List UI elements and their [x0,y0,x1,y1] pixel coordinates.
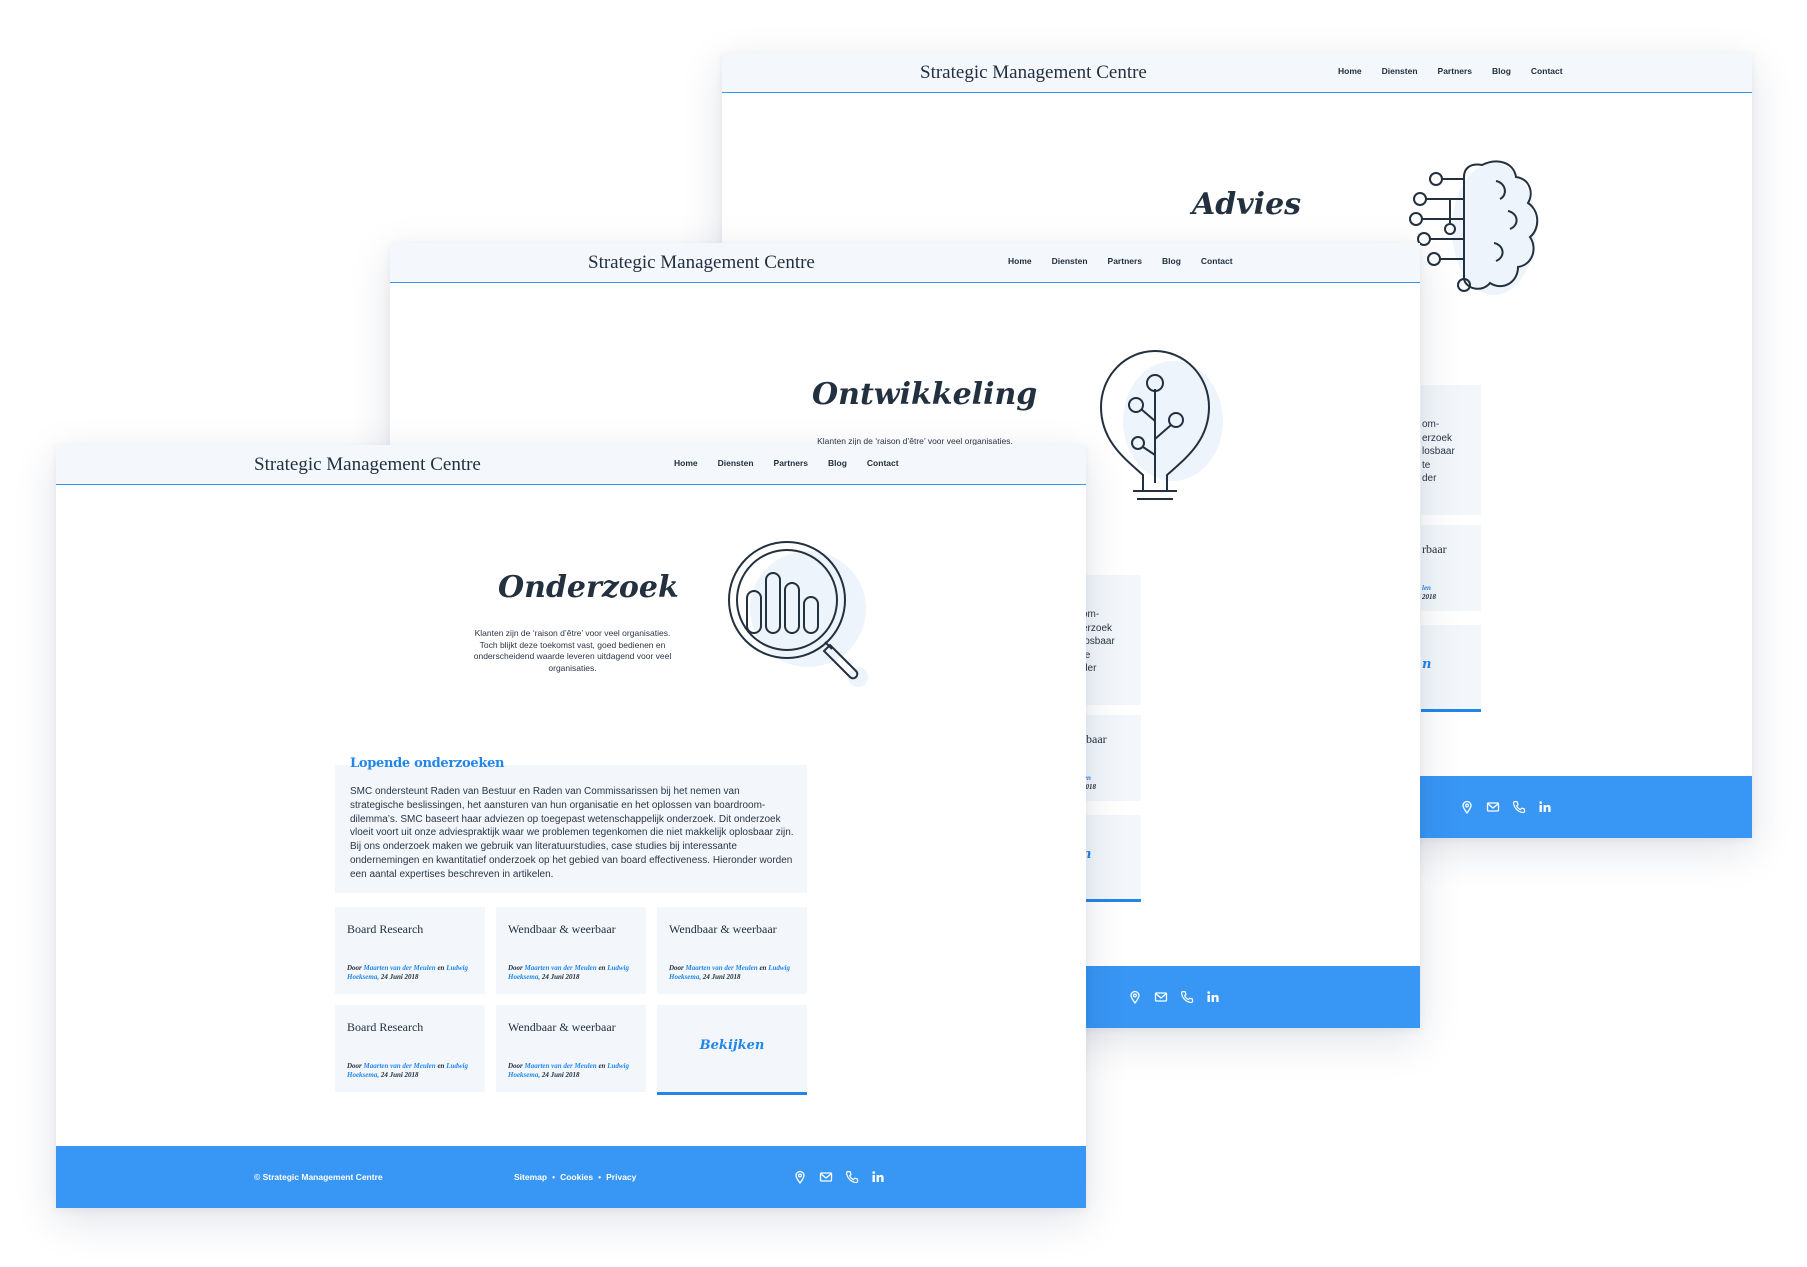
phone-icon[interactable] [1512,800,1526,814]
card-title-partial: rbaar [1422,542,1447,556]
social-icons [1460,800,1552,814]
location-icon[interactable] [793,1170,807,1184]
footer-link-privacy[interactable]: Privacy [606,1172,636,1182]
site-logo[interactable]: Strategic Management Centre [920,62,1147,84]
section-title: Lopende onderzoeken [350,756,505,771]
lightbulb-tree-icon [1099,350,1223,500]
nav-contact[interactable]: Contact [1201,256,1233,266]
nav-diensten[interactable]: Diensten [718,458,754,468]
linkedin-icon[interactable] [871,1170,885,1184]
nav-diensten[interactable]: Diensten [1052,256,1088,266]
nav-partners[interactable]: Partners [1438,66,1473,76]
main-nav: Home Diensten Partners Blog Contact [1338,66,1563,76]
nav-home[interactable]: Home [674,458,698,468]
article-card[interactable]: Wendbaar & weerbaar Door Maarten van der… [496,907,646,994]
footer-link-cookies[interactable]: Cookies [560,1172,593,1182]
mail-icon[interactable] [819,1170,833,1184]
phone-icon[interactable] [845,1170,859,1184]
footer-links: Sitemap • Cookies • Privacy [514,1172,636,1182]
phone-icon[interactable] [1180,990,1194,1004]
footer-separator: • [552,1172,556,1182]
view-all-label: Bekijken [699,1038,765,1053]
author-link[interactable]: Maarten van der Meulen [525,1062,597,1070]
site-header: Strategic Management Centre Home Dienste… [390,243,1420,283]
page-intro: Klanten zijn de ‘raison d’être’ voor vee… [473,628,672,673]
mail-icon[interactable] [1486,800,1500,814]
nav-partners[interactable]: Partners [774,458,809,468]
card-meta: Door Maarten van der Meulen en Ludwig Ho… [347,1062,468,1079]
page-onderzoek-window: Strategic Management Centre Home Dienste… [56,445,1086,1208]
view-all-button[interactable]: Bekijken [657,1005,807,1095]
card-meta: Door Maarten van der Meulen en Ludwig Ho… [508,1062,629,1079]
card-title: Wendbaar & weerbaar [669,922,777,936]
site-header: Strategic Management Centre Home Dienste… [56,445,1086,485]
page-title: Onderzoek [498,570,679,605]
nav-partners[interactable]: Partners [1108,256,1143,266]
linkedin-icon[interactable] [1538,800,1552,814]
nav-contact[interactable]: Contact [1531,66,1563,76]
nav-blog[interactable]: Blog [1492,66,1511,76]
site-header: Strategic Management Centre Home Dienste… [722,53,1752,93]
card-title: Board Research [347,922,424,936]
mail-icon[interactable] [1154,990,1168,1004]
footer-link-sitemap[interactable]: Sitemap [514,1172,547,1182]
page-title: Ontwikkeling [812,377,1038,412]
location-icon[interactable] [1128,990,1142,1004]
card-meta: Door Maarten van der Meulen en Ludwig Ho… [508,964,629,981]
card-meta: Door Maarten van der Meulen en Ludwig Ho… [347,964,468,981]
social-icons [793,1170,885,1184]
card-title: Board Research [347,1020,424,1034]
nav-blog[interactable]: Blog [1162,256,1181,266]
card-meta-partial: len 2018 [1422,584,1436,601]
card-title: Wendbaar & weerbaar [508,1020,616,1034]
footer-separator: • [598,1172,602,1182]
cta-label-partial: n [1422,657,1432,672]
author-link[interactable]: Maarten van der Meulen [364,1062,436,1070]
brain-circuit-icon [1409,160,1539,295]
footer-copyright: © Strategic Management Centre [254,1172,383,1182]
main-nav: Home Diensten Partners Blog Contact [1008,256,1233,266]
site-logo[interactable]: Strategic Management Centre [588,252,815,274]
intro-text-partial: om- erzoek losbaar te der [1422,419,1455,484]
nav-blog[interactable]: Blog [828,458,847,468]
linkedin-icon[interactable] [1206,990,1220,1004]
author-link[interactable]: Maarten van der Meulen [525,964,597,972]
social-icons [1128,990,1220,1004]
author-link[interactable]: Maarten van der Meulen [686,964,758,972]
author-link[interactable]: Maarten van der Meulen [364,964,436,972]
nav-contact[interactable]: Contact [867,458,899,468]
nav-home[interactable]: Home [1338,66,1362,76]
page-title: Advies [1192,187,1302,222]
main-nav: Home Diensten Partners Blog Contact [674,458,899,468]
nav-diensten[interactable]: Diensten [1382,66,1418,76]
section-text: SMC ondersteunt Raden van Bestuur en Rad… [350,786,794,880]
site-footer: © Strategic Management Centre Sitemap • … [56,1146,1086,1208]
magnifier-chart-icon [728,541,868,687]
article-card[interactable]: Wendbaar & weerbaar Door Maarten van der… [496,1005,646,1092]
card-title: Wendbaar & weerbaar [508,922,616,936]
location-icon[interactable] [1460,800,1474,814]
article-card[interactable]: Wendbaar & weerbaar Door Maarten van der… [657,907,807,994]
card-meta: Door Maarten van der Meulen en Ludwig Ho… [669,964,790,981]
site-logo[interactable]: Strategic Management Centre [254,454,481,476]
intro-text-partial: om- erzoek losbaar te der [1082,609,1115,674]
article-card[interactable]: Board Research Door Maarten van der Meul… [335,1005,485,1092]
article-card[interactable]: Board Research Door Maarten van der Meul… [335,907,485,994]
nav-home[interactable]: Home [1008,256,1032,266]
